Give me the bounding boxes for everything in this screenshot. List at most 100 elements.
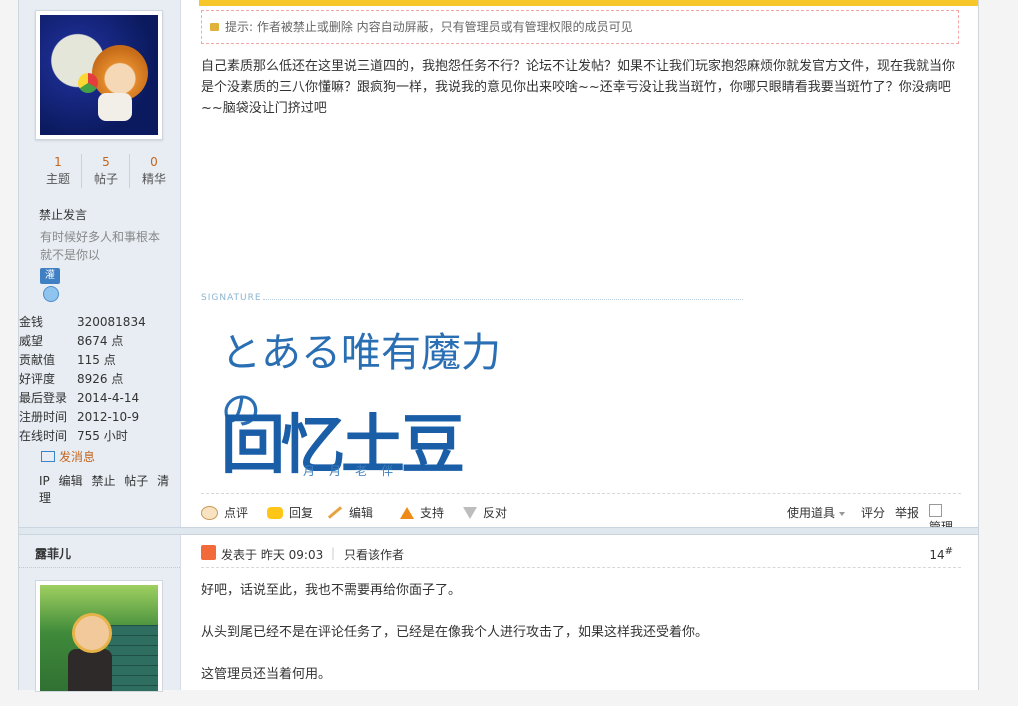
info-value: 320081834: [77, 315, 146, 329]
info-row: 注册时间 2012-10-9: [19, 408, 180, 427]
forum-page: 1 主题 5 帖子 0 精华 禁止发言 有时候好多人和事根本就不是你以 灌 金钱…: [18, 0, 979, 692]
info-row: 在线时间 755 小时: [19, 427, 180, 446]
arrow-down-icon: [463, 506, 477, 519]
arrow-up-icon: [400, 506, 414, 519]
admin-tools: IP 编辑 禁止 帖子 清理: [39, 472, 180, 506]
floor-number[interactable]: 14#: [929, 546, 953, 562]
reply-button[interactable]: 回复: [267, 504, 313, 521]
reply-icon: [267, 506, 283, 519]
info-key: 注册时间: [19, 410, 68, 424]
floor-mark: #: [944, 546, 953, 557]
info-value: 755 小时: [77, 429, 128, 443]
avatar-character-body: [98, 93, 132, 121]
send-message-label: 发消息: [59, 450, 96, 464]
medal-icon[interactable]: 灌: [40, 268, 60, 302]
oppose-label: 反对: [483, 506, 508, 520]
avatar-image: [40, 15, 158, 135]
comment-label: 点评: [224, 506, 249, 520]
avatar-ball: [78, 73, 98, 93]
stat-label: 主题: [45, 172, 70, 186]
support-label: 支持: [420, 506, 445, 520]
author-sidebar: 1 主题 5 帖子 0 精华 禁止发言 有时候好多人和事根本就不是你以 灌 金钱…: [19, 0, 181, 692]
post-top-bar: [199, 0, 978, 6]
stat-value: 0: [150, 155, 158, 169]
admin-ip-link[interactable]: IP: [39, 474, 50, 488]
info-key: 贡献值: [19, 353, 56, 367]
comment-icon: [201, 505, 218, 520]
info-value: 2014-4-14: [77, 391, 140, 405]
separator: |: [331, 546, 336, 560]
info-row: 威望 8674 点: [19, 332, 180, 351]
divider: [19, 567, 180, 568]
info-key: 好评度: [19, 372, 56, 386]
info-key: 最后登录: [19, 391, 68, 405]
user-icon: [201, 545, 216, 560]
rate-button[interactable]: 评分: [861, 504, 885, 521]
edit-label: 编辑: [349, 506, 374, 520]
comment-button[interactable]: 点评: [201, 504, 248, 521]
user-status: 禁止发言: [39, 208, 88, 222]
stat-value: 5: [102, 155, 110, 169]
report-button[interactable]: 举报: [895, 504, 919, 521]
author-name[interactable]: 露菲儿: [35, 545, 71, 562]
post-body: 好吧，话说至此，我也不需要再给你面子了。 从头到尾已经不是在评论任务了，已经是在…: [201, 580, 961, 706]
floor-value: 14: [929, 548, 945, 562]
pencil-icon: [327, 506, 343, 519]
info-value: 8926 点: [77, 372, 124, 386]
medal-badge-icon: [43, 286, 59, 302]
medal-label: 灌: [40, 268, 60, 284]
support-button[interactable]: 支持: [400, 504, 444, 521]
stat-label: 帖子: [93, 172, 118, 186]
signature-divider: [263, 299, 743, 300]
use-tools-menu[interactable]: 使用道具: [787, 504, 846, 521]
admin-edit-link[interactable]: 编辑: [59, 474, 83, 488]
avatar[interactable]: [35, 10, 163, 140]
oppose-button[interactable]: 反对: [463, 504, 507, 521]
admin-posts-link[interactable]: 帖子: [124, 474, 148, 488]
avatar[interactable]: [35, 580, 163, 692]
avatar-face: [72, 613, 112, 653]
send-message-link[interactable]: 发消息: [41, 448, 95, 465]
stat-topics[interactable]: 1 主题: [35, 154, 82, 188]
stat-label: 精华: [141, 172, 166, 186]
blocked-notice: 提示: 作者被禁止或删除 内容自动屏蔽，只有管理员或有管理权限的成员可见: [201, 10, 959, 44]
stat-value: 1: [54, 155, 62, 169]
edit-button[interactable]: 编辑: [327, 504, 373, 521]
info-value: 2012-10-9: [77, 410, 140, 424]
signature-label-text: SIGNATURE: [201, 293, 262, 303]
user-signature-short: 有时候好多人和事根本就不是你以: [40, 230, 161, 262]
signature-image: とある唯有魔力の 回忆土豆 月月老伴: [221, 320, 521, 483]
post-body: 自己素质那么低还在这里说三道四的，我抱怨任务不行？论坛不让发帖？如果不让我们玩家…: [201, 59, 956, 116]
info-key: 威望: [19, 334, 44, 348]
checkbox-icon[interactable]: [929, 504, 942, 517]
info-value: 115 点: [77, 353, 116, 367]
user-stats: 1 主题 5 帖子 0 精华: [35, 154, 181, 190]
reply-label: 回复: [289, 506, 314, 520]
stat-posts[interactable]: 5 帖子: [83, 154, 130, 188]
post-paragraph: 从头到尾已经不是在评论任务了，已经是在像我个人进行攻击了，如果这样我还受着你。: [201, 625, 709, 640]
info-key: 金钱: [19, 315, 44, 329]
post-action-bar: 点评 回复 编辑 支持 反对 使用道具 评分 举报 管理: [201, 493, 961, 534]
only-author-link[interactable]: 只看该作者: [344, 546, 404, 563]
user-info-list: 金钱 320081834 威望 8674 点 贡献值 115 点 好评度 8926 点 …: [19, 313, 180, 446]
notice-text: 提示: 作者被禁止或删除 内容自动屏蔽，只有管理员或有管理权限的成员可见: [225, 20, 633, 34]
post-paragraph: 这管理员还当着何用。: [201, 667, 332, 682]
signature-line-3: 月月老伴: [303, 464, 408, 478]
stat-digest[interactable]: 0 精华: [131, 154, 177, 188]
chevron-down-icon: [839, 511, 846, 516]
signature-label: SIGNATURE: [201, 293, 761, 307]
avatar-body: [68, 649, 112, 691]
avatar-bricks: [108, 625, 158, 691]
use-tools-label: 使用道具: [787, 506, 836, 520]
admin-ban-link[interactable]: 禁止: [91, 474, 115, 488]
avatar-image: [40, 585, 158, 691]
post-time: 发表于 昨天 09:03: [221, 548, 324, 562]
info-row: 贡献值 115 点: [19, 351, 180, 370]
info-row: 好评度 8926 点: [19, 370, 180, 389]
info-key: 在线时间: [19, 429, 68, 443]
info-row: 金钱 320081834: [19, 313, 180, 332]
post-meta: 发表于 昨天 09:03 | 只看该作者 14#: [201, 543, 961, 568]
post-paragraph: 好吧，话说至此，我也不需要再给你面子了。: [201, 583, 462, 598]
lock-icon: [210, 22, 219, 31]
info-value: 8674 点: [77, 334, 124, 348]
